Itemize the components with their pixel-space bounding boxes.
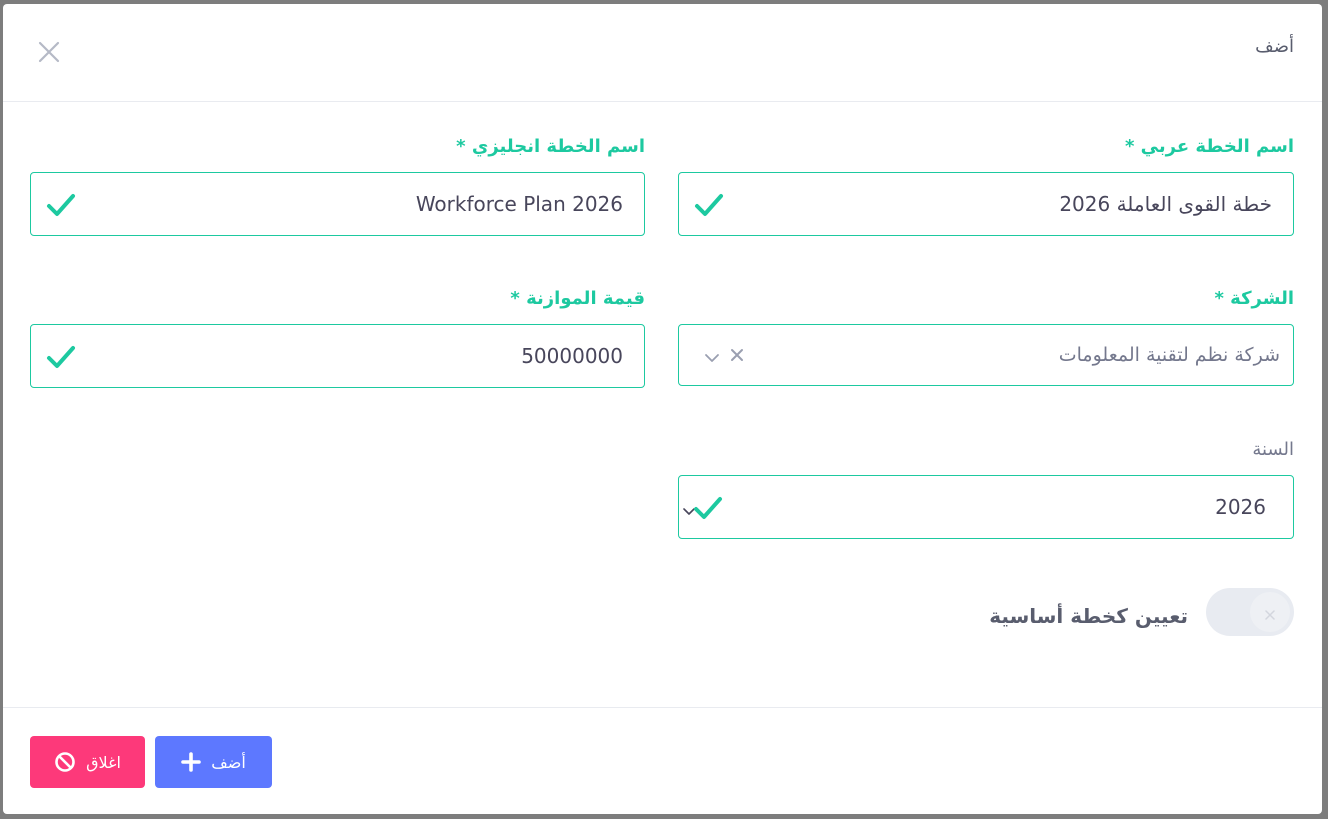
year-label: السنة: [1252, 439, 1294, 460]
plan-name-en-input[interactable]: Workforce Plan 2026: [30, 172, 645, 236]
budget-label: قيمة الموازنة *: [510, 288, 645, 309]
modal-footer: اغلاق أضف: [3, 707, 1322, 814]
plus-icon: [181, 752, 202, 772]
add-plan-modal: أضف اسم الخطة عربي * خطة القوى العاملة 2…: [3, 4, 1322, 814]
budget-value: 50000000: [521, 344, 623, 368]
close-button[interactable]: اغلاق: [30, 736, 145, 788]
year-value: 2026: [1215, 495, 1266, 519]
toggle-knob: [1250, 592, 1290, 632]
check-icon: [694, 192, 724, 218]
company-value: شركة نظم لتقنية المعلومات: [1058, 344, 1280, 366]
check-icon: [46, 192, 76, 218]
close-icon[interactable]: [37, 40, 61, 64]
required-mark: *: [1214, 288, 1224, 309]
check-icon: [693, 495, 723, 521]
required-mark: *: [456, 136, 466, 157]
primary-plan-label: تعيين كخطة أساسية: [989, 604, 1188, 628]
chevron-down-icon[interactable]: [704, 349, 720, 362]
plan-name-en-value: Workforce Plan 2026: [415, 192, 623, 216]
primary-plan-toggle[interactable]: [1206, 588, 1294, 636]
company-select[interactable]: شركة نظم لتقنية المعلومات: [678, 324, 1294, 386]
plan-name-ar-value: خطة القوى العاملة 2026: [1059, 192, 1272, 216]
close-button-label: اغلاق: [86, 752, 121, 772]
budget-input[interactable]: 50000000: [30, 324, 645, 388]
modal-header: أضف: [3, 4, 1322, 102]
required-mark: *: [1124, 136, 1135, 157]
required-mark: *: [510, 288, 520, 309]
year-select[interactable]: 2026: [678, 475, 1294, 539]
clear-icon[interactable]: [729, 347, 745, 363]
close-icon: [1264, 606, 1276, 620]
plan-name-ar-label: اسم الخطة عربي *: [1124, 136, 1294, 157]
plan-name-ar-input[interactable]: خطة القوى العاملة 2026: [678, 172, 1294, 236]
add-button[interactable]: أضف: [155, 736, 272, 788]
modal-title: أضف: [1255, 36, 1294, 57]
company-label: الشركة *: [1214, 288, 1294, 309]
check-icon: [46, 344, 76, 370]
add-button-label: أضف: [211, 752, 246, 772]
ban-icon: [54, 751, 76, 773]
plan-name-en-label: اسم الخطة انجليزي *: [456, 136, 645, 157]
